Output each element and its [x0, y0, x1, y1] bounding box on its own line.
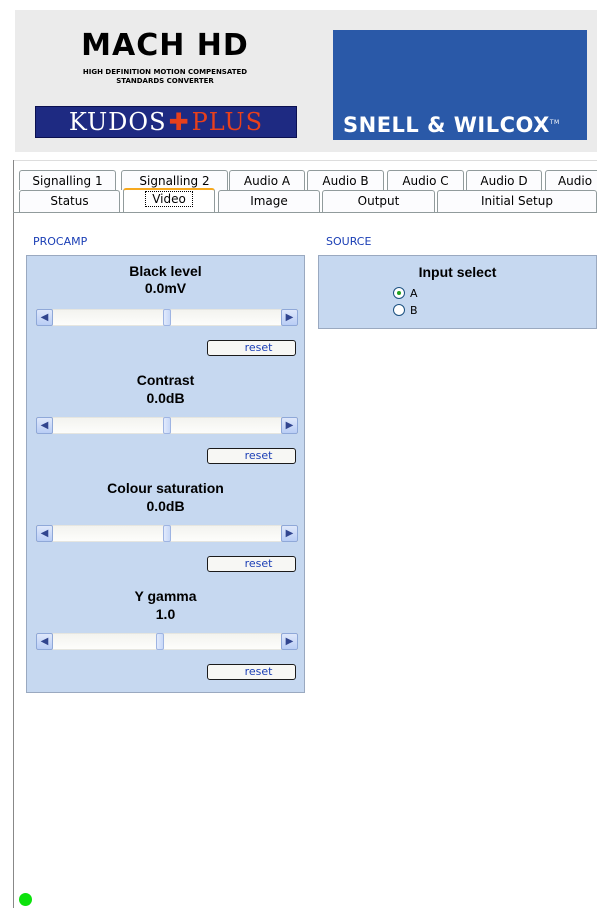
snell-wilcox-logo: SNELL & WILCOXTM — [333, 30, 587, 140]
tabs-underline — [13, 212, 597, 213]
tab-audio-b[interactable]: Audio B — [307, 170, 384, 190]
slider-thumb[interactable] — [156, 633, 165, 650]
trademark-mark: TM — [549, 119, 560, 126]
scroll-left-icon[interactable]: ◀ — [36, 309, 53, 326]
contrast-reset-button[interactable]: reset — [207, 448, 296, 464]
tab-signalling-2[interactable]: Signalling 2 — [121, 170, 228, 190]
tab-audio-d[interactable]: Audio D — [466, 170, 542, 190]
slider-thumb[interactable] — [163, 417, 171, 434]
input-select-title: Input select — [418, 264, 497, 280]
colour-saturation-title: Colour saturation — [107, 480, 224, 496]
tab-label: Output — [357, 194, 400, 208]
black-level-title: Black level — [129, 263, 202, 279]
procamp-label: PROCAMP — [33, 235, 88, 248]
source-panel: Input select A B — [318, 255, 597, 329]
tab-initial-setup[interactable]: Initial Setup — [437, 190, 597, 212]
colour-saturation-reset-button[interactable]: reset — [207, 556, 296, 572]
tab-audio[interactable]: Audio — [545, 170, 597, 190]
kudos-word: KUDOS — [68, 108, 167, 136]
kudos-plus-logo: KUDOS ✚ PLUS — [35, 106, 297, 138]
contrast-value: 0.0dB — [146, 390, 185, 406]
source-label: SOURCE — [326, 235, 372, 248]
y-gamma-reset-button[interactable]: reset — [207, 664, 296, 680]
slider-thumb[interactable] — [163, 525, 171, 542]
y-gamma-value: 1.0 — [155, 606, 176, 622]
status-led-icon — [19, 893, 32, 906]
scroll-left-icon[interactable]: ◀ — [36, 633, 53, 650]
tab-label: Audio C — [402, 174, 449, 188]
colour-saturation-value: 0.0dB — [146, 498, 185, 514]
tab-output[interactable]: Output — [322, 190, 435, 212]
radio-label-a: A — [410, 286, 418, 300]
tab-signalling-1[interactable]: Signalling 1 — [19, 170, 116, 190]
black-level-reset-button[interactable]: reset — [207, 340, 296, 356]
tab-label: Signalling 2 — [139, 174, 210, 188]
black-level-value: 0.0mV — [144, 280, 187, 296]
brand-text: SNELL & WILCOX — [343, 113, 550, 137]
colour-saturation-slider[interactable]: ◀ ▶ — [36, 525, 298, 542]
scroll-right-icon[interactable]: ▶ — [281, 633, 298, 650]
black-level-slider[interactable]: ◀ ▶ — [36, 309, 298, 326]
radio-button-a[interactable] — [393, 287, 405, 299]
product-title: MACH HD — [81, 28, 249, 63]
contrast-title: Contrast — [136, 372, 195, 388]
brand-name: SNELL & WILCOXTM — [343, 113, 560, 137]
y-gamma-title: Y gamma — [134, 588, 197, 604]
radio-option-a[interactable]: A — [393, 286, 418, 300]
radio-label-b: B — [410, 303, 418, 317]
tab-image[interactable]: Image — [218, 190, 320, 212]
radio-option-b[interactable]: B — [393, 303, 418, 317]
plus-word: PLUS — [191, 108, 264, 136]
scroll-left-icon[interactable]: ◀ — [36, 417, 53, 434]
tab-label: Audio D — [480, 174, 528, 188]
tab-label: Image — [250, 194, 288, 208]
y-gamma-slider[interactable]: ◀ ▶ — [36, 633, 298, 650]
tab-label: Audio — [557, 174, 593, 188]
header-banner: MACH HD HIGH DEFINITION MOTION COMPENSAT… — [15, 10, 597, 152]
tab-label: Audio B — [322, 174, 369, 188]
slider-thumb[interactable] — [163, 309, 171, 326]
tab-video[interactable]: Video — [123, 188, 215, 212]
tab-label: Initial Setup — [481, 194, 553, 208]
product-subtitle-line2: STANDARDS CONVERTER — [116, 77, 214, 85]
content-frame-left — [13, 160, 14, 908]
scroll-right-icon[interactable]: ▶ — [281, 309, 298, 326]
contrast-slider[interactable]: ◀ ▶ — [36, 417, 298, 434]
plus-icon: ✚ — [168, 108, 190, 136]
product-subtitle-line1: HIGH DEFINITION MOTION COMPENSATED — [82, 68, 248, 76]
tab-audio-c[interactable]: Audio C — [387, 170, 464, 190]
tab-label: Audio A — [243, 174, 291, 188]
content-frame-top — [13, 160, 597, 161]
scroll-right-icon[interactable]: ▶ — [281, 417, 298, 434]
tab-label: Status — [50, 194, 89, 208]
scroll-right-icon[interactable]: ▶ — [281, 525, 298, 542]
radio-button-b[interactable] — [393, 304, 405, 316]
tab-status[interactable]: Status — [19, 190, 120, 212]
tab-label: Video — [145, 191, 193, 207]
procamp-panel: Black level 0.0mV ◀ ▶ reset Contrast 0.0… — [26, 255, 305, 693]
tab-audio-a[interactable]: Audio A — [229, 170, 305, 190]
scroll-left-icon[interactable]: ◀ — [36, 525, 53, 542]
radio-selected-dot — [397, 291, 401, 295]
tab-label: Signalling 1 — [32, 174, 103, 188]
